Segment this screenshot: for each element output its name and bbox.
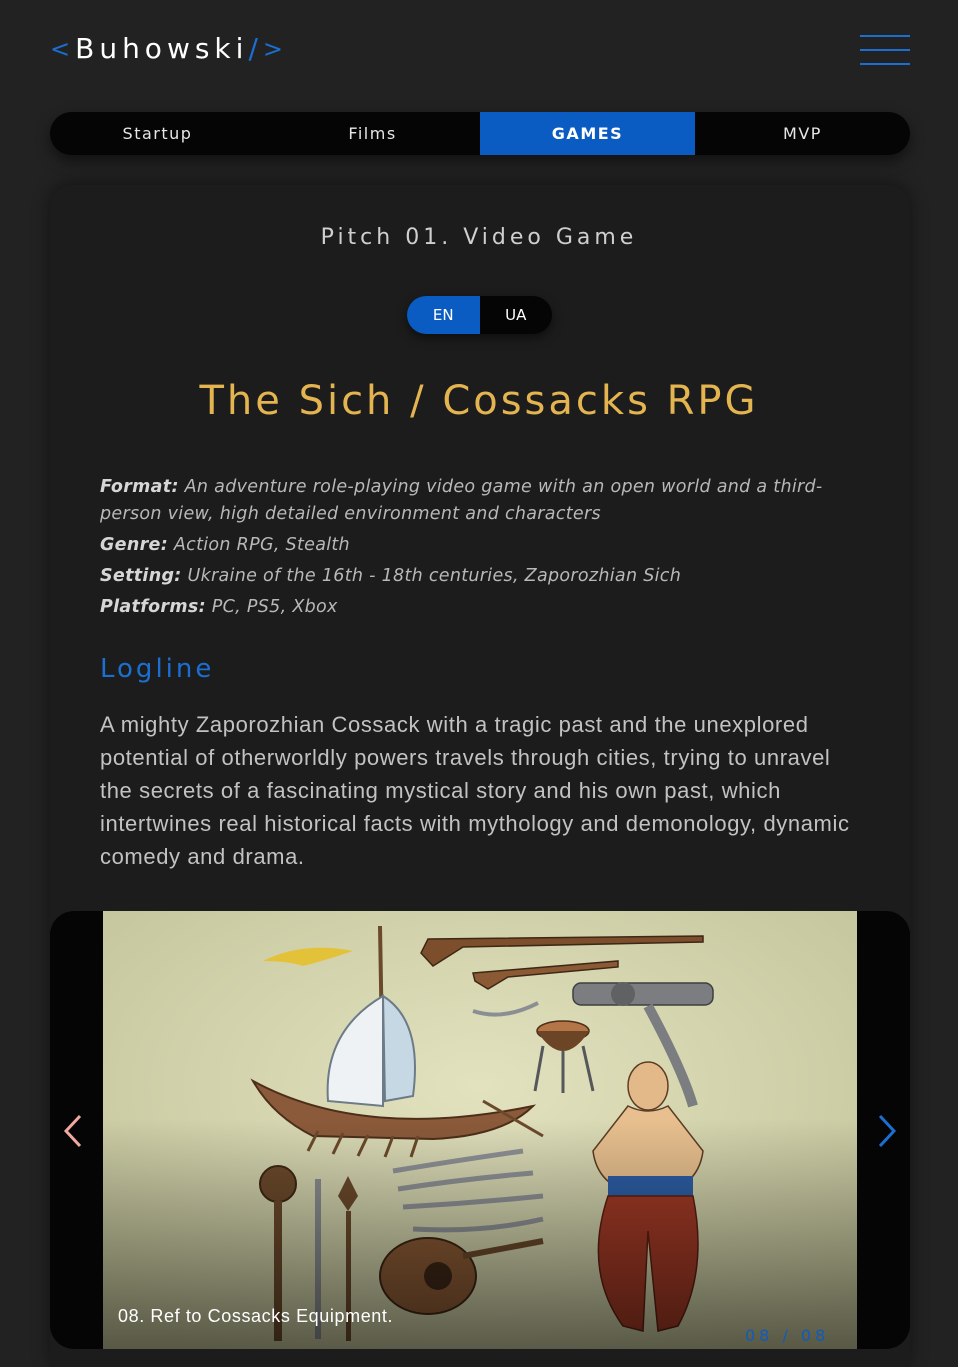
logo-text: Buhowski xyxy=(75,32,249,65)
tab-games[interactable]: GAMES xyxy=(480,112,695,155)
logo-open-bracket: < xyxy=(50,34,76,63)
detail-value: PC, PS5, Xbox xyxy=(211,597,338,617)
logline-heading: Logline xyxy=(100,654,215,684)
lang-en-button[interactable]: EN xyxy=(407,296,480,334)
detail-key: Setting: xyxy=(100,566,182,586)
image-slider: 08. Ref to Cossacks Equipment. 08 / 08 xyxy=(50,911,910,1349)
pitch-subtitle: Pitch 01. Video Game xyxy=(320,225,638,250)
detail-key: Platforms: xyxy=(100,597,206,617)
detail-format: Format: An adventure role-playing video … xyxy=(100,474,860,528)
logo-slash: / xyxy=(248,32,263,65)
logo[interactable]: < Buhowski / > xyxy=(50,32,288,65)
detail-value: Action RPG, Stealth xyxy=(173,535,350,555)
chevron-left-icon[interactable] xyxy=(58,1111,88,1151)
slide-counter: 08 / 08 xyxy=(745,1326,830,1345)
detail-genre: Genre: Action RPG, Stealth xyxy=(100,532,860,559)
language-toggle: EN UA xyxy=(407,296,552,334)
detail-value: An adventure role-playing video game wit… xyxy=(100,477,823,524)
game-details: Format: An adventure role-playing video … xyxy=(100,474,860,625)
slide-image xyxy=(103,911,857,1349)
logo-close-bracket: > xyxy=(262,34,288,63)
detail-key: Format: xyxy=(100,477,179,497)
tab-startup[interactable]: Startup xyxy=(50,112,265,155)
tab-films[interactable]: Films xyxy=(265,112,480,155)
game-title: The Sich / Cossacks RPG xyxy=(199,378,759,424)
detail-platforms: Platforms: PC, PS5, Xbox xyxy=(100,594,860,621)
tab-mvp[interactable]: MVP xyxy=(695,112,910,155)
chevron-right-icon[interactable] xyxy=(872,1111,902,1151)
hamburger-icon[interactable] xyxy=(860,35,910,65)
detail-value: Ukraine of the 16th - 18th centuries, Za… xyxy=(187,566,682,586)
slide-caption: 08. Ref to Cossacks Equipment. xyxy=(118,1306,394,1326)
lang-ua-button[interactable]: UA xyxy=(480,296,553,334)
category-tabs: Startup Films GAMES MVP xyxy=(50,112,910,155)
detail-key: Genre: xyxy=(100,535,168,555)
logline-text: A mighty Zaporozhian Cossack with a trag… xyxy=(100,712,850,869)
detail-setting: Setting: Ukraine of the 16th - 18th cent… xyxy=(100,563,860,590)
